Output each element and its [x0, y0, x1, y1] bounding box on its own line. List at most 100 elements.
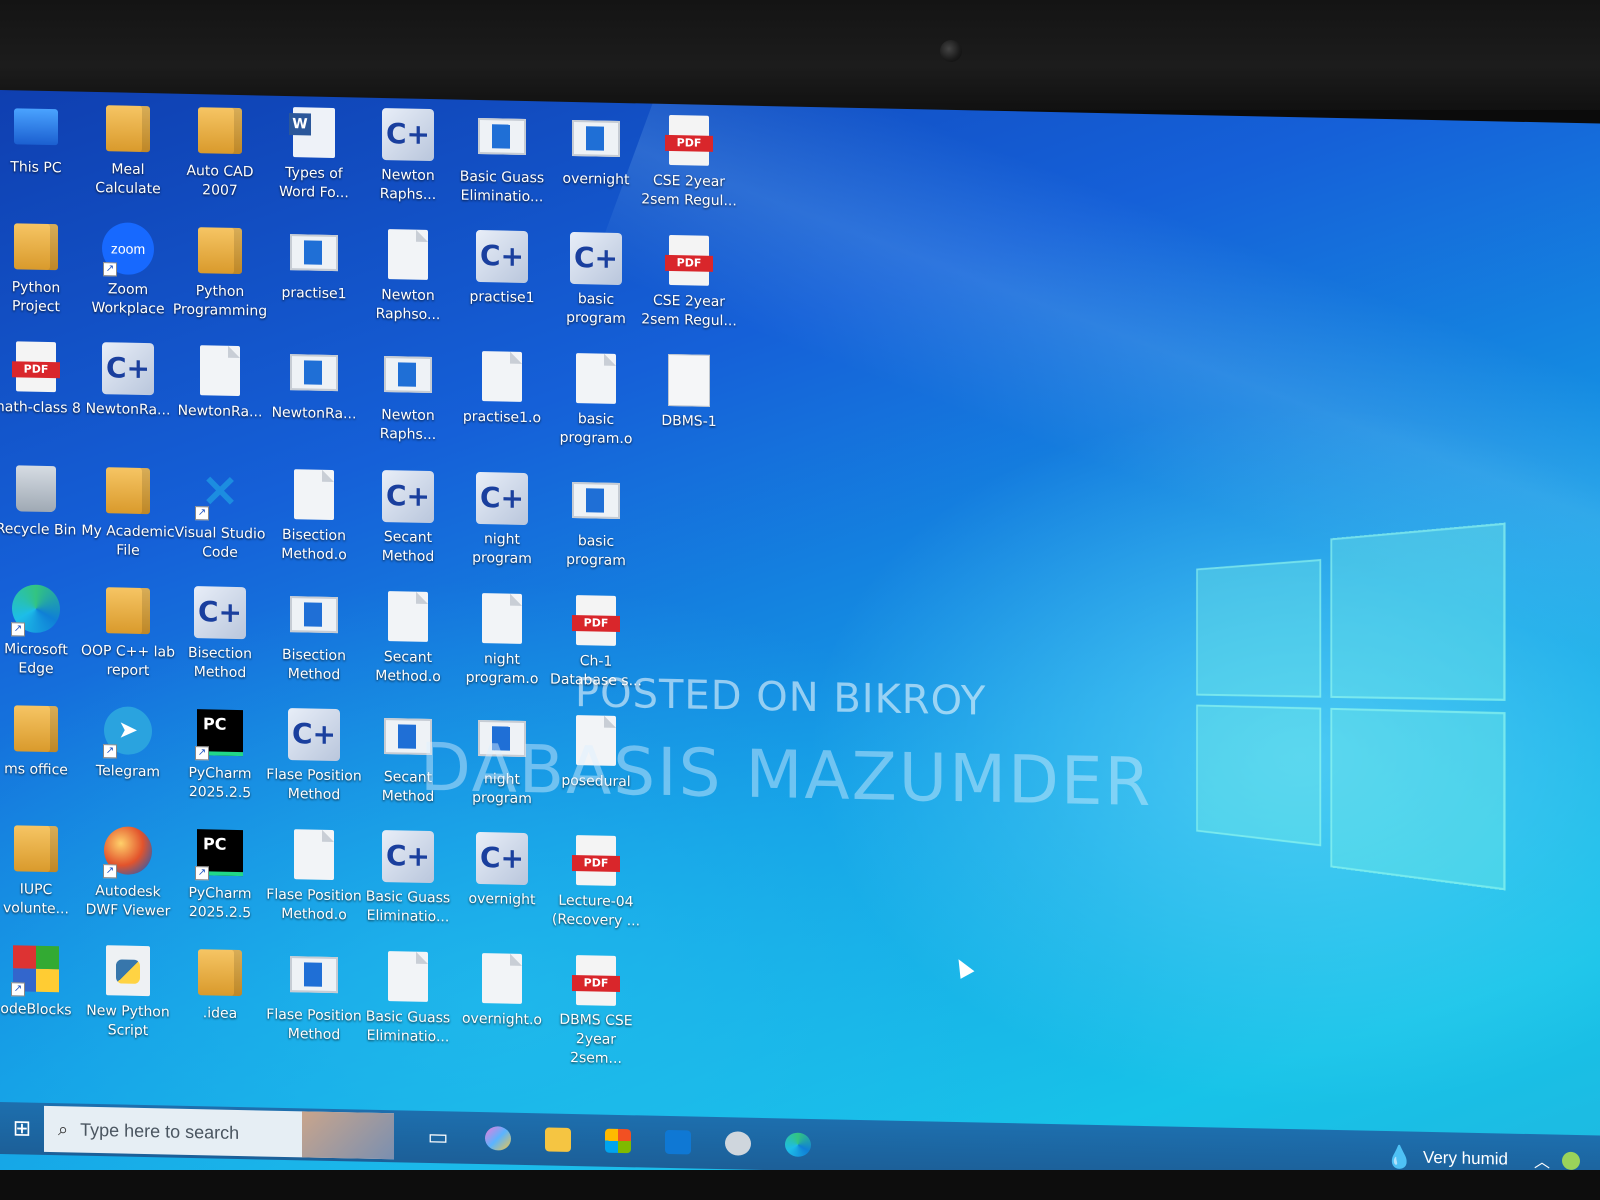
desktop-icon[interactable]: overnight	[548, 109, 644, 227]
desktop-icon[interactable]: C+ Basic Guass Eliminatio...	[360, 828, 456, 946]
desktop-icon-label: Flase Position Method	[266, 766, 362, 804]
desktop-icon-label: Newton Raphs...	[379, 406, 437, 444]
desktop-icon-label: NewtonRa...	[177, 402, 263, 421]
search-placeholder: Type here to search	[80, 1119, 240, 1143]
desktop-icon-label: CSE 2year 2sem Regul...	[641, 172, 737, 210]
desktop-icon[interactable]: C+ overnight	[454, 830, 550, 948]
desktop-icon[interactable]: basic program.o	[548, 349, 644, 467]
desktop-icon-label: Basic Guass Eliminatio...	[459, 168, 545, 206]
desktop-icon[interactable]: practise1.o	[454, 348, 550, 466]
desktop-icon[interactable]: night program.o	[454, 590, 550, 708]
edge-icon[interactable]	[768, 1118, 828, 1171]
desktop-icon[interactable]: OOP C++ lab report	[80, 582, 176, 700]
desktop-icon[interactable]: DBMS-1	[641, 351, 737, 469]
desktop-icon[interactable]: Newton Raphs...	[360, 346, 456, 464]
desktop-icon-label: overnight.o	[461, 1010, 542, 1029]
outlook-icon[interactable]	[648, 1116, 708, 1169]
file-icon	[569, 350, 623, 407]
desktop-icon[interactable]: C+ NewtonRa...	[80, 340, 176, 458]
desktop-icon[interactable]: ms office	[0, 700, 84, 818]
desktop-icon[interactable]: Basic Guass Eliminatio...	[360, 948, 456, 1066]
desktop-icon-label: ms office	[4, 761, 68, 779]
file-explorer-icon[interactable]	[528, 1113, 588, 1166]
desktop-icon[interactable]: IUPC volunte...	[0, 820, 84, 938]
webcam	[940, 40, 962, 62]
desktop-icon[interactable]: PDF math-class 8	[0, 338, 84, 456]
desktop-icon[interactable]: Newton Raphso...	[360, 226, 456, 344]
desktop-icon[interactable]: PDF DBMS CSE 2year 2sem...	[548, 951, 644, 1069]
folder-icon	[9, 218, 63, 275]
desktop-icon[interactable]: NewtonRa...	[266, 344, 362, 462]
pycharm-icon: PC ↗	[193, 704, 247, 761]
desktop-icon[interactable]: PDF Lecture-04 (Recovery ...	[548, 831, 644, 949]
weather-text[interactable]: Very humid	[1423, 1148, 1508, 1170]
desktop-icon[interactable]: ↗ odeBlocks	[0, 940, 84, 1058]
desktop-icon[interactable]: basic program	[548, 471, 644, 589]
file-icon	[475, 950, 529, 1007]
desktop-icon-label: Newton Raphso...	[375, 286, 441, 324]
edge-icon: ↗	[9, 580, 63, 637]
desktop-icon[interactable]: PDF CSE 2year 2sem Regul...	[641, 231, 737, 349]
desktop-icon[interactable]: Meal Calculate	[80, 100, 176, 218]
copilot-icon[interactable]	[468, 1112, 528, 1165]
desktop-icon[interactable]: My Academic File	[80, 462, 176, 580]
desktop-icon-label: Zoom Workplace	[91, 281, 165, 318]
desktop-icon[interactable]: ↗ Autodesk DWF Viewer	[80, 822, 176, 940]
desktop-icon[interactable]: Types of Word Fo...	[266, 104, 362, 222]
desktop-icon-label: Secant Method	[381, 529, 435, 566]
desktop-icon[interactable]: C+ Newton Raphs...	[360, 106, 456, 224]
desktop-icon[interactable]: zoom ↗ Zoom Workplace	[80, 220, 176, 338]
cpp-file-icon: C+	[381, 468, 435, 525]
desktop-icon[interactable]: overnight.o	[454, 950, 550, 1068]
desktop-icon[interactable]: C+ Secant Method	[360, 468, 456, 586]
exe-icon	[287, 344, 341, 401]
desktop-icon[interactable]: practise1	[266, 224, 362, 342]
desktop-icon[interactable]: Auto CAD 2007	[172, 102, 268, 220]
desktop-icon[interactable]: Secant Method.o	[360, 588, 456, 706]
exe-icon	[569, 472, 623, 529]
exe-icon	[381, 346, 435, 403]
cpp-file-icon: C+	[569, 230, 623, 287]
desktop-icon[interactable]: Python Programming	[172, 222, 268, 340]
desktop-icon-label: Python Project	[11, 279, 61, 316]
desktop-icon[interactable]: New Python Script	[80, 942, 176, 1060]
shortcut-arrow-icon: ↗	[103, 864, 117, 879]
desktop-icon[interactable]: Flase Position Method	[266, 946, 362, 1064]
pdf-icon: PDF	[662, 112, 716, 169]
desktop-icon-label: Meal Calculate	[95, 161, 161, 198]
desktop-icon[interactable]: C+ Bisection Method	[172, 584, 268, 702]
taskbar-search-box[interactable]: ⌕ Type here to search	[44, 1105, 394, 1160]
desktop-icon[interactable]: C+ basic program	[548, 229, 644, 347]
desktop-icon[interactable]: PC ↗ PyCharm 2025.2.5	[172, 824, 268, 942]
desktop-icon[interactable]: Bisection Method	[266, 586, 362, 704]
store-icon[interactable]	[588, 1114, 648, 1167]
desktop-icon[interactable]: This PC	[0, 98, 84, 216]
desktop-icon[interactable]: ↗ Microsoft Edge	[0, 580, 84, 698]
desktop-icon[interactable]: Basic Guass Eliminatio...	[454, 108, 550, 226]
desktop-icon-label: practise1	[281, 284, 347, 303]
folder-icon	[193, 102, 247, 159]
pdf-icon: PDF	[662, 232, 716, 289]
desktop-icon[interactable]: C+ practise1	[454, 228, 550, 346]
chevron-up-icon[interactable]: ︿	[1534, 1148, 1550, 1172]
folder-icon	[9, 820, 63, 877]
desktop-icon[interactable]: Recycle Bin	[0, 460, 84, 578]
desktop-icon[interactable]: PC ↗ PyCharm 2025.2.5	[172, 704, 268, 822]
desktop-icon[interactable]: .idea	[172, 944, 268, 1062]
desktop[interactable]: This PC Meal Calculate Auto CAD 2007 Types …	[0, 90, 1600, 1200]
desktop-icon[interactable]: Python Project	[0, 218, 84, 336]
task-view-icon[interactable]: ▭	[408, 1111, 468, 1164]
cloud-app-icon[interactable]	[708, 1117, 768, 1170]
desktop-icon[interactable]: Bisection Method.o	[266, 466, 362, 584]
desktop-icon[interactable]: NewtonRa...	[172, 342, 268, 460]
file-icon	[381, 226, 435, 283]
tray-app-icon[interactable]	[1562, 1151, 1580, 1171]
desktop-icon[interactable]: ➤ ↗ Telegram	[80, 702, 176, 820]
desktop-icon[interactable]: C+ Flase Position Method	[266, 706, 362, 824]
start-button[interactable]: ⊞	[0, 1102, 44, 1155]
desktop-icon[interactable]: PDF CSE 2year 2sem Regul...	[641, 111, 737, 229]
desktop-icon[interactable]: ✕ ↗ Visual Studio Code	[172, 464, 268, 582]
desktop-icon[interactable]: Flase Position Method.o	[266, 826, 362, 944]
desktop-icon-label: .idea	[202, 1005, 238, 1022]
desktop-icon[interactable]: C+ night program	[454, 470, 550, 588]
